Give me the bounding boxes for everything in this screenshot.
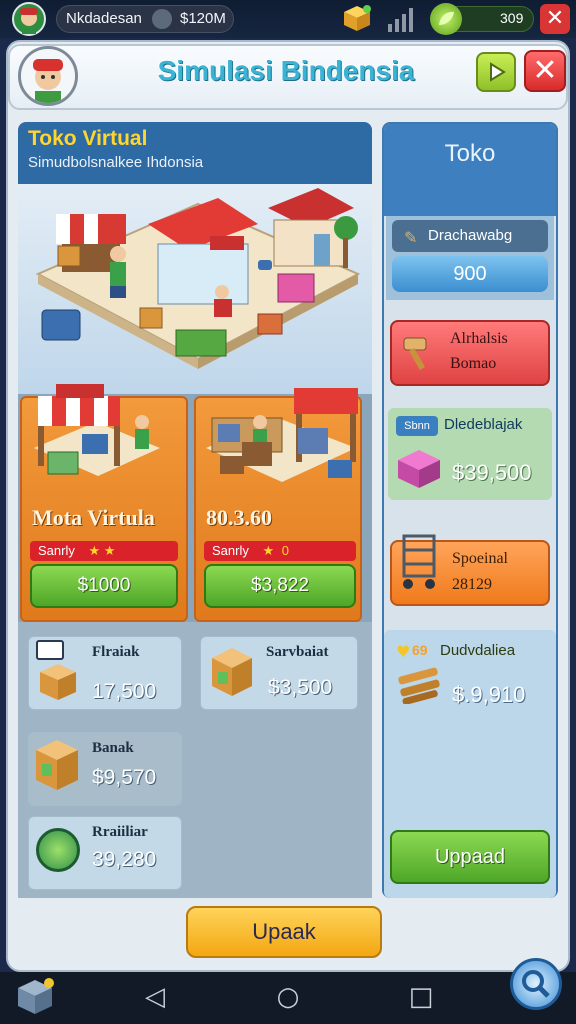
magnifier-icon[interactable]	[510, 958, 562, 1010]
player-avatar-small[interactable]	[12, 2, 46, 36]
upgrade-button[interactable]: Upaak	[186, 906, 382, 958]
item-price-3: $9,570	[92, 766, 157, 789]
username-label: Nkdadesan	[66, 10, 142, 27]
shop-rating-2: Sanrly ★ 0	[204, 541, 356, 561]
recents-icon[interactable]: □	[406, 982, 436, 1012]
rating-label: Sanrly	[38, 543, 75, 558]
item-label-3: Banak	[92, 740, 134, 756]
item-label-1: Flraiak	[92, 644, 140, 660]
item-price-1: 17,500	[92, 680, 157, 703]
side-panel-title: Toko	[444, 140, 496, 167]
energy-value: 309	[500, 10, 524, 26]
side-card-3-label: Dledeblajak	[444, 416, 523, 433]
user-icon	[152, 9, 172, 29]
shop-name-2: 80.3.60	[206, 505, 272, 530]
lumber-icon	[396, 664, 442, 708]
side-card-4-subtitle: 28129	[452, 576, 492, 593]
page-title: Simulasi Bindensia	[157, 55, 415, 86]
side-card-3-price: $39,500	[452, 460, 532, 485]
home-icon[interactable]: ○	[273, 982, 303, 1012]
upgrade-item-button[interactable]: Uppaad	[390, 830, 550, 884]
buy-shop-button-2[interactable]: $3,822	[204, 564, 356, 608]
rating-value: 0	[281, 543, 289, 558]
back-icon[interactable]: ◁	[140, 982, 170, 1012]
money-label: $120M	[180, 10, 226, 27]
side-card-2-subtitle: Bomao	[450, 355, 497, 372]
side-card-2-title: Alrhalsis	[450, 330, 508, 347]
crate-icon	[34, 738, 80, 796]
close-icon[interactable]: ✕	[540, 4, 570, 34]
stall-illustration-2	[198, 378, 362, 496]
side-card-3-badge: Sbnn	[396, 416, 438, 436]
hero-title: Toko Virtual	[28, 127, 148, 150]
crate-icon[interactable]	[342, 4, 372, 32]
item-label-2: Sarvbaiat	[266, 644, 329, 660]
crate-shortcut-icon[interactable]	[14, 976, 56, 1018]
side-panel-header	[384, 124, 556, 216]
rating-label: Sanrly	[212, 543, 249, 558]
box-icon	[38, 662, 78, 706]
energy-leaf-icon	[430, 3, 462, 35]
hammer-icon	[398, 330, 442, 378]
side-card-4-title: Spoeinal	[452, 550, 508, 567]
heart-icon: ♥	[396, 642, 411, 661]
close-button[interactable]: ✕	[524, 50, 566, 92]
signal-icon	[386, 6, 418, 32]
item-price-4: 39,280	[92, 848, 157, 871]
tool-icon: ✎	[404, 228, 418, 247]
item-label-4: Rraiiliar	[92, 824, 148, 840]
shop-rating-1: Sanrly ★ ★	[30, 541, 178, 561]
cart-icon	[396, 532, 442, 598]
image-icon	[36, 640, 64, 660]
play-button[interactable]	[476, 52, 516, 92]
side-card-5-label: Dudvdaliea	[440, 642, 516, 659]
star-icon: ★	[262, 543, 275, 558]
shop-name-1: Mota Virtula	[32, 505, 155, 530]
item-price-2: $3,500	[268, 676, 333, 699]
package-icon	[210, 646, 254, 702]
hero-subtitle: Simudbolsnalkee Ihdonsia	[28, 154, 204, 171]
player-avatar[interactable]	[18, 46, 78, 106]
coin-icon	[36, 828, 80, 872]
star-icon: ★ ★	[88, 543, 116, 558]
side-card-1-value[interactable]: 900	[392, 256, 548, 292]
stall-illustration-1	[26, 378, 182, 488]
market-illustration	[18, 184, 372, 394]
gift-box-icon	[396, 448, 442, 494]
buy-shop-button-1[interactable]: $1000	[30, 564, 178, 608]
side-card-5-price: $.9,910	[452, 682, 526, 707]
side-card-5-badge: 69	[412, 642, 428, 658]
